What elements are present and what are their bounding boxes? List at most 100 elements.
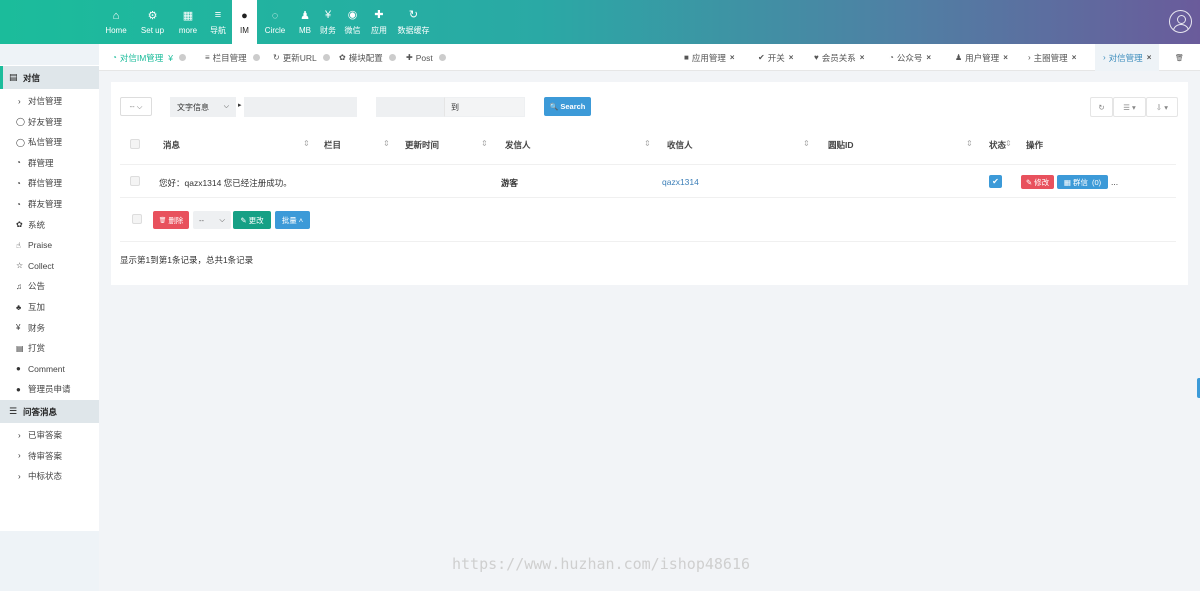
sidebar-item[interactable]: › 中标状态 bbox=[0, 466, 99, 486]
search-label: Search bbox=[560, 102, 586, 111]
nav-label: 数据缓存 bbox=[397, 25, 430, 35]
sidebar-item[interactable]: ¥ 财务 bbox=[0, 318, 99, 338]
sidebar-item[interactable]: ☆ Collect bbox=[0, 256, 99, 276]
nav-6[interactable]: ♟ MB bbox=[293, 0, 317, 44]
close-icon[interactable]: × bbox=[860, 53, 865, 62]
comments-icon: ◌ bbox=[271, 9, 279, 22]
sidebar-section-section1[interactable]: ▤ 对信 bbox=[0, 66, 99, 89]
field-select[interactable]: 文字信息 ⌵ bbox=[170, 97, 236, 117]
tab-left-1[interactable]: ≡ 栏目管理 bbox=[205, 44, 260, 71]
close-icon[interactable]: × bbox=[1147, 53, 1152, 62]
sort-icon[interactable]: ⇕ bbox=[644, 139, 651, 148]
nav-3[interactable]: ≡ 导航 bbox=[204, 0, 232, 44]
sidebar-item[interactable]: ◔ 群信管理 bbox=[0, 173, 99, 193]
sort-icon[interactable]: ⇕ bbox=[383, 139, 390, 148]
sidebar-section-section2[interactable]: ☰ 问答消息 bbox=[0, 400, 99, 423]
tab-left-2[interactable]: ↻ 更新URL bbox=[273, 44, 330, 71]
sidebar-item[interactable]: ✿ 系统 bbox=[0, 215, 99, 235]
chevron-right-icon: › bbox=[18, 471, 21, 481]
sort-icon[interactable]: ⇕ bbox=[966, 139, 973, 148]
sidebar-item[interactable]: ♣ 互加 bbox=[0, 297, 99, 317]
header-column[interactable]: 栏目 bbox=[324, 139, 341, 151]
nav-10[interactable]: ↻ 数据缓存 bbox=[392, 0, 435, 44]
row-checkbox[interactable] bbox=[130, 176, 140, 186]
header-receiver[interactable]: 收信人 bbox=[667, 139, 693, 151]
tab-right-6[interactable]: › 对信管理 × bbox=[1095, 44, 1160, 71]
sidebar-item[interactable]: › 已审答案 bbox=[0, 425, 99, 445]
keyword-input[interactable] bbox=[244, 97, 357, 117]
more-actions[interactable]: ... bbox=[1111, 177, 1118, 187]
date-from-input[interactable] bbox=[376, 97, 444, 117]
date-to-input[interactable]: 到 bbox=[444, 97, 525, 117]
sidebar-item[interactable]: ◯ 私信管理 bbox=[0, 132, 99, 152]
nav-9[interactable]: ✚ 应用 bbox=[366, 0, 392, 44]
sidebar-item[interactable]: ● Comment bbox=[0, 359, 99, 379]
sidebar-item-label: 私信管理 bbox=[28, 137, 63, 148]
refresh-button[interactable]: ↻ bbox=[1090, 97, 1113, 117]
header-updated[interactable]: 更新时间 bbox=[405, 139, 439, 151]
sort-icon[interactable]: ⇕ bbox=[803, 139, 810, 148]
sidebar-item[interactable]: ☝ Praise bbox=[0, 235, 99, 255]
sidebar-item[interactable]: › 对信管理 bbox=[0, 91, 99, 111]
columns-button[interactable]: ☰ ▾ bbox=[1113, 97, 1146, 117]
bulk-checkbox[interactable] bbox=[132, 214, 142, 224]
nav-7[interactable]: ¥ 财务 bbox=[317, 0, 339, 44]
yen-icon: ¥ bbox=[16, 323, 21, 333]
tab-left-0[interactable]: ◔ 对信IM管理 ¥ bbox=[112, 44, 187, 71]
search-button[interactable]: 🔍 Search bbox=[544, 97, 591, 116]
nav-4[interactable]: ● IM bbox=[232, 0, 257, 44]
sidebar-item[interactable]: ◔ 群管理 bbox=[0, 153, 99, 173]
nav-2[interactable]: ▦ more bbox=[172, 0, 204, 44]
tab-right-5[interactable]: › 主圈管理 × bbox=[1028, 44, 1076, 71]
nav-label: 微信 bbox=[344, 25, 361, 35]
nav-0[interactable]: ⌂ Home bbox=[99, 0, 133, 44]
sidebar-item[interactable]: ● 管理员申请 bbox=[0, 379, 99, 399]
header-sender[interactable]: 发信人 bbox=[505, 139, 531, 151]
tab-left-3[interactable]: ✿ 模块配置 bbox=[339, 44, 396, 71]
trash-tab-button[interactable]: 🗑 bbox=[1175, 44, 1184, 71]
comments-icon: ◔ bbox=[16, 178, 21, 188]
export-button[interactable]: ⇩ ▾ bbox=[1146, 97, 1178, 117]
header-actions: 操作 bbox=[1026, 140, 1044, 150]
status-check-icon[interactable]: ✔ bbox=[989, 175, 1002, 188]
filter-select-1[interactable]: -- ⌵ bbox=[120, 97, 152, 116]
select-all-checkbox[interactable] bbox=[130, 139, 140, 149]
header-message[interactable]: 消息 bbox=[163, 139, 180, 151]
check-icon: ✔ bbox=[992, 177, 999, 186]
group-message-button[interactable]: ▦ 群信 (0) bbox=[1057, 175, 1108, 189]
tab-right-3[interactable]: ◔ 公众号 × bbox=[889, 44, 931, 71]
close-icon[interactable]: × bbox=[926, 53, 931, 62]
edit-button[interactable]: ✎ 修改 bbox=[1021, 175, 1054, 189]
close-icon[interactable]: × bbox=[730, 53, 735, 62]
close-icon[interactable]: × bbox=[1072, 53, 1077, 62]
header-status[interactable]: 状态 bbox=[989, 139, 1006, 151]
bulk-select[interactable]: -- ⌵ bbox=[193, 211, 231, 229]
tab-right-1[interactable]: ✔ 开关 × bbox=[758, 44, 793, 71]
change-button[interactable]: ✎ 更改 bbox=[233, 211, 271, 229]
close-icon[interactable]: × bbox=[789, 53, 794, 62]
tab-right-0[interactable]: ■ 应用管理 × bbox=[684, 44, 735, 71]
close-icon[interactable]: × bbox=[1003, 53, 1008, 62]
sort-icon[interactable]: ⇕ bbox=[481, 139, 488, 148]
sort-icon[interactable]: ⇕ bbox=[303, 139, 310, 148]
header-post-id[interactable]: 圆贴ID bbox=[828, 139, 854, 151]
watermark: https://www.huzhan.com/ishop48616 bbox=[452, 555, 751, 573]
sidebar-item[interactable]: ▤ 打赏 bbox=[0, 338, 99, 358]
sidebar-item[interactable]: › 待审答案 bbox=[0, 446, 99, 466]
delete-button[interactable]: 🗑 删除 bbox=[153, 211, 189, 229]
book-icon: ▤ bbox=[9, 72, 18, 82]
sidebar-item[interactable]: ◯ 好友管理 bbox=[0, 112, 99, 132]
nav-label: 导航 bbox=[210, 25, 226, 35]
nav-5[interactable]: ◌ Circle bbox=[257, 0, 293, 44]
tab-left-4[interactable]: ✚ Post bbox=[406, 44, 446, 71]
sidebar-item[interactable]: ◔ 群友管理 bbox=[0, 194, 99, 214]
sort-icon[interactable]: ⇕ bbox=[1005, 139, 1012, 148]
nav-1[interactable]: ⚙ Set up bbox=[133, 0, 172, 44]
sidebar-item[interactable]: ♫ 公告 bbox=[0, 276, 99, 296]
nav-8[interactable]: ◉ 微信 bbox=[339, 0, 366, 44]
user-avatar-icon[interactable] bbox=[1169, 10, 1192, 33]
tab-right-4[interactable]: ♟ 用户管理 × bbox=[955, 44, 1008, 71]
tab-right-2[interactable]: ♥ 会员关系 × bbox=[814, 44, 864, 71]
batch-button[interactable]: 批量 ˄ bbox=[275, 211, 310, 229]
row-receiver-link[interactable]: qazx1314 bbox=[662, 177, 699, 187]
